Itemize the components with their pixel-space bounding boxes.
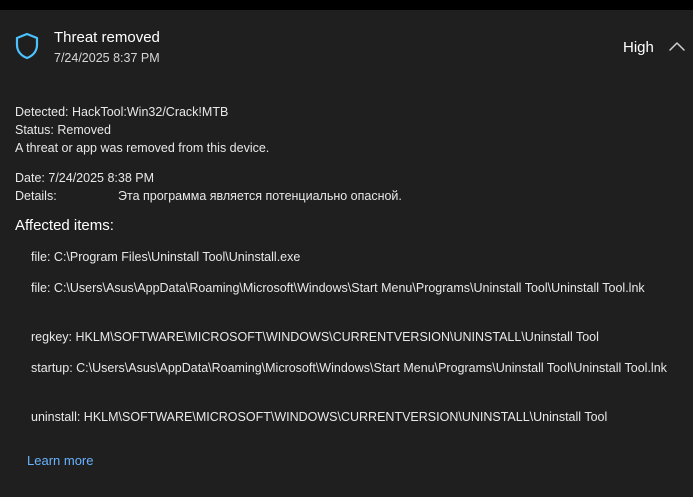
status-row: Status: Removed (15, 123, 111, 137)
shield-icon (15, 32, 39, 60)
detected-row: Detected: HackTool:Win32/Crack!MTB (15, 105, 228, 119)
date-label: Date: (15, 171, 45, 185)
threat-header[interactable]: Threat removed 7/24/2025 8:37 PM High (0, 10, 693, 80)
severity-level: High (623, 39, 654, 56)
affected-item: uninstall: HKLM\SOFTWARE\MICROSOFT\WINDO… (31, 410, 608, 424)
affected-item: file: C:\Users\Asus\AppData\Roaming\Micr… (31, 281, 645, 295)
affected-item: regkey: HKLM\SOFTWARE\MICROSOFT\WINDOWS\… (31, 330, 599, 344)
details-value: Эта программа является потенциально опас… (118, 189, 402, 203)
threat-details-panel: Threat removed 7/24/2025 8:37 PM High De… (0, 10, 693, 497)
removal-message: A threat or app was removed from this de… (15, 141, 270, 155)
details-row: Details: Эта программа является потенциа… (15, 189, 675, 207)
learn-more-link[interactable]: Learn more (27, 453, 93, 468)
details-label: Details: (15, 189, 57, 203)
chevron-up-icon[interactable] (668, 40, 686, 52)
detected-value: HackTool:Win32/Crack!MTB (72, 105, 229, 119)
status-label: Status: (15, 123, 54, 137)
status-value: Removed (57, 123, 111, 137)
affected-item: file: C:\Program Files\Uninstall Tool\Un… (31, 250, 301, 264)
detected-label: Detected: (15, 105, 69, 119)
threat-title: Threat removed (54, 29, 160, 46)
date-value: 7/24/2025 8:38 PM (48, 171, 155, 185)
affected-item: startup: C:\Users\Asus\AppData\Roaming\M… (31, 361, 667, 375)
date-row: Date: 7/24/2025 8:38 PM (15, 171, 154, 185)
threat-timestamp: 7/24/2025 8:37 PM (54, 51, 160, 65)
affected-items-heading: Affected items: (15, 217, 114, 234)
